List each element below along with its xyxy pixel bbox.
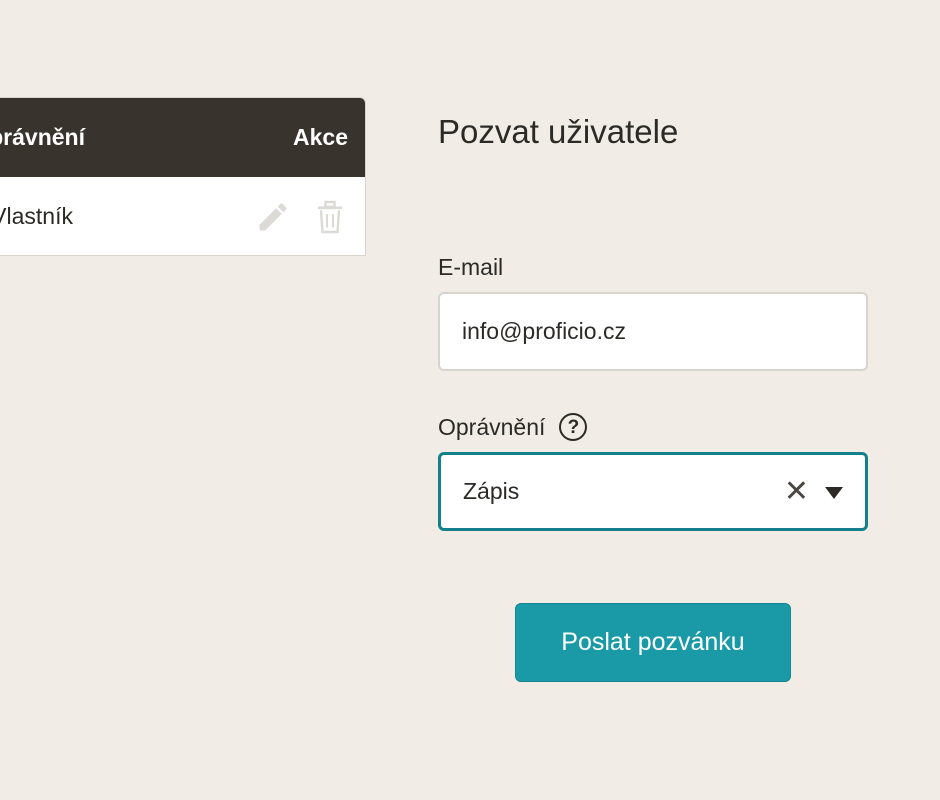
email-field[interactable] bbox=[438, 292, 868, 371]
pencil-icon[interactable] bbox=[255, 199, 291, 235]
permission-label-row: Oprávnění ? bbox=[438, 413, 588, 441]
select-controls: ✕ bbox=[784, 476, 843, 507]
trash-icon[interactable] bbox=[315, 199, 345, 235]
table-header: Oprávnění Akce bbox=[0, 98, 365, 177]
table-row: Vlastník bbox=[0, 177, 365, 255]
permission-label: Oprávnění bbox=[438, 413, 546, 440]
send-invite-button[interactable]: Poslat pozvánku bbox=[515, 603, 791, 682]
table-header-permission: Oprávnění bbox=[0, 124, 85, 150]
permission-select-value: Zápis bbox=[463, 478, 520, 504]
question-circle-icon[interactable]: ? bbox=[559, 413, 588, 441]
chevron-down-icon[interactable] bbox=[825, 487, 843, 499]
clear-icon[interactable]: ✕ bbox=[784, 476, 809, 507]
table-header-actions: Akce bbox=[293, 124, 348, 150]
table-cell-permission: Vlastník bbox=[0, 203, 73, 229]
email-label: E-mail bbox=[438, 254, 504, 280]
users-table: Oprávnění Akce Vlastník bbox=[0, 97, 366, 256]
permission-select[interactable]: Zápis ✕ bbox=[438, 452, 868, 531]
invite-form-title: Pozvat uživatele bbox=[438, 113, 679, 150]
row-actions bbox=[255, 199, 345, 235]
